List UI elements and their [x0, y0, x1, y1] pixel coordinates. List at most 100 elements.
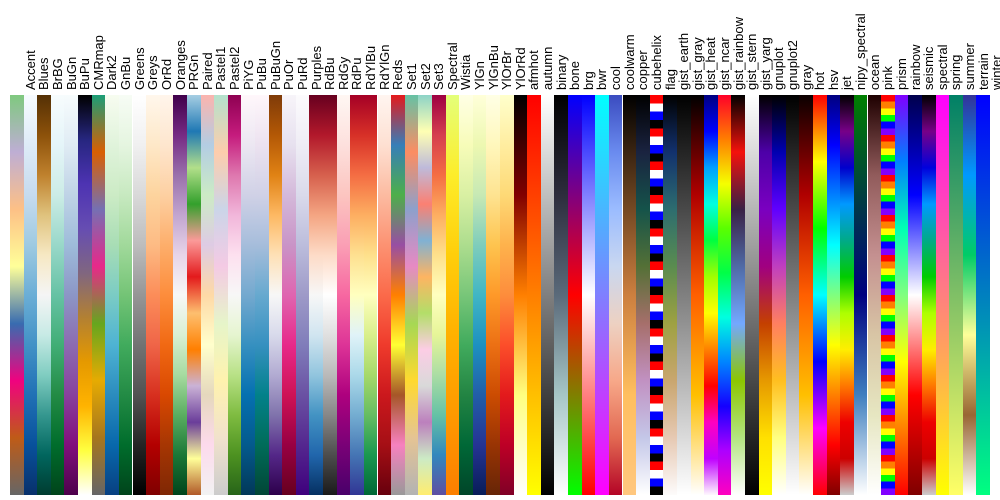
- colormap-bar: [813, 95, 827, 495]
- colormap-column: PRGn: [173, 0, 187, 500]
- colormap-bar: [527, 95, 541, 495]
- colormap-column: coolwarm: [609, 0, 623, 500]
- colormap-column: Purples: [296, 0, 310, 500]
- colormap-column: Set1: [391, 0, 405, 500]
- colormap-bar: [391, 95, 405, 495]
- colormap-bar: [623, 95, 637, 495]
- colormap-column: BrBG: [37, 0, 51, 500]
- colormap-column: YlGnBu: [473, 0, 487, 500]
- colormap-column: RdYlBu: [350, 0, 364, 500]
- colormap-bar: [650, 95, 664, 495]
- colormap-bar: [146, 95, 160, 495]
- colormap-bar: [228, 95, 242, 495]
- colormap-bar: [786, 95, 800, 495]
- colormap-bar: [963, 95, 977, 495]
- colormap-column: Greys: [133, 0, 147, 500]
- colormap-column: RdYlGn: [364, 0, 378, 500]
- colormap-column: seismic: [908, 0, 922, 500]
- colormap-column: Accent: [10, 0, 24, 500]
- colormap-column: Set2: [405, 0, 419, 500]
- colormap-column: PiYG: [228, 0, 242, 500]
- colormap-column: Wistia: [446, 0, 460, 500]
- colormap-bar: [486, 95, 500, 495]
- colormap-column: flag: [650, 0, 664, 500]
- colormap-column: gist_gray: [677, 0, 691, 500]
- colormap-bar: [827, 95, 841, 495]
- colormap-column: CMRmap: [78, 0, 92, 500]
- colormap-column: summer: [949, 0, 963, 500]
- colormap-column: prism: [881, 0, 895, 500]
- colormap-bar: [323, 95, 337, 495]
- colormap-bar: [378, 95, 392, 495]
- colormap-column: hot: [799, 0, 813, 500]
- colormap-column: GnBu: [105, 0, 119, 500]
- colormap-bar: [160, 95, 174, 495]
- colormap-bar: [473, 95, 487, 495]
- colormap-column: BuPu: [64, 0, 78, 500]
- colormap-bar: [119, 95, 133, 495]
- colormap-bar: [949, 95, 963, 495]
- colormap-column: cool: [595, 0, 609, 500]
- colormap-column: YlOrRd: [500, 0, 514, 500]
- colormap-column: gnuplot: [759, 0, 773, 500]
- colormap-bar: [459, 95, 473, 495]
- colormap-column: gist_stern: [731, 0, 745, 500]
- colormap-column: binary: [541, 0, 555, 500]
- colormap-bar: [418, 95, 432, 495]
- colormap-column: copper: [623, 0, 637, 500]
- colormap-column: Blues: [24, 0, 38, 500]
- colormap-bar: [446, 95, 460, 495]
- colormap-column: cubehelix: [636, 0, 650, 500]
- colormap-label: winter: [989, 55, 1000, 90]
- colormap-column: PuRd: [282, 0, 296, 500]
- colormap-bar: [92, 95, 106, 495]
- colormap-bar: [173, 95, 187, 495]
- colormap-column: bone: [554, 0, 568, 500]
- colormap-column: ocean: [854, 0, 868, 500]
- colormap-column: gist_yarg: [745, 0, 759, 500]
- colormap-bar: [541, 95, 555, 495]
- colormap-bar: [337, 95, 351, 495]
- colormap-column: gist_heat: [691, 0, 705, 500]
- colormap-column: brg: [568, 0, 582, 500]
- colormap-bar: [64, 95, 78, 495]
- colormap-column: Spectral: [432, 0, 446, 500]
- colormap-column: Reds: [378, 0, 392, 500]
- colormap-column: hsv: [813, 0, 827, 500]
- colormap-bar: [895, 95, 909, 495]
- colormap-bar: [255, 95, 269, 495]
- colormap-bar: [133, 95, 147, 495]
- colormap-bar: [691, 95, 705, 495]
- colormap-bar: [405, 95, 419, 495]
- colormap-bar: [296, 95, 310, 495]
- colormap-column: OrRd: [146, 0, 160, 500]
- colormap-bar: [609, 95, 623, 495]
- colormap-bar: [500, 95, 514, 495]
- colormap-column: Greens: [119, 0, 133, 500]
- colormap-column: BuGn: [51, 0, 65, 500]
- colormap-column: Pastel1: [201, 0, 215, 500]
- colormap-bar: [704, 95, 718, 495]
- colormap-bar: [799, 95, 813, 495]
- colormap-column: PuBuGn: [255, 0, 269, 500]
- colormap-bar: [745, 95, 759, 495]
- colormap-column: nipy_spectral: [840, 0, 854, 500]
- colormap-bar: [568, 95, 582, 495]
- colormap-bar: [241, 95, 255, 495]
- colormap-bar: [663, 95, 677, 495]
- colormap-column: spring: [936, 0, 950, 500]
- colormap-bar: [282, 95, 296, 495]
- colormap-bar: [24, 95, 38, 495]
- colormap-bar: [759, 95, 773, 495]
- colormap-column: Dark2: [92, 0, 106, 500]
- colormap-column: gnuplot2: [772, 0, 786, 500]
- colormap-column: PuBu: [241, 0, 255, 500]
- colormap-bar: [922, 95, 936, 495]
- colormap-reference-chart: AccentBluesBrBGBuGnBuPuCMRmapDark2GnBuGr…: [0, 0, 1000, 500]
- colormap-bar: [269, 95, 283, 495]
- colormap-bar: [51, 95, 65, 495]
- colormap-column: bwr: [582, 0, 596, 500]
- colormap-column: gist_rainbow: [718, 0, 732, 500]
- colormap-bar: [677, 95, 691, 495]
- colormap-column: gist_ncar: [704, 0, 718, 500]
